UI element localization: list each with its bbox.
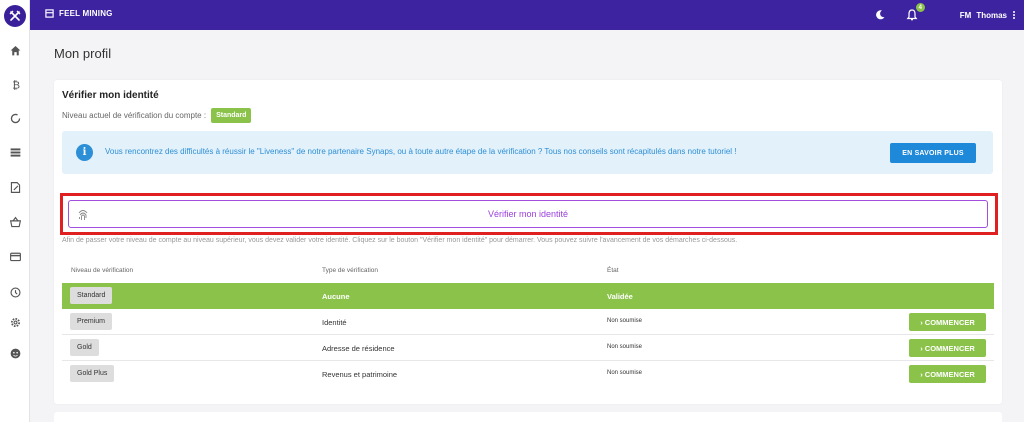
help-text: Afin de passer votre niveau de compte au… bbox=[62, 237, 738, 244]
table-row: Premium Identité Non soumise › COMMENCER bbox=[62, 309, 994, 335]
verification-state: Non soumise bbox=[607, 370, 643, 376]
learn-more-button[interactable]: EN SAVOIR PLUS bbox=[890, 143, 976, 163]
card-title: Vérifier mon identité bbox=[62, 90, 159, 101]
fingerprint-icon bbox=[78, 210, 88, 220]
refresh-icon[interactable] bbox=[7, 110, 23, 126]
verify-identity-card: Vérifier mon identité Niveau actuel de v… bbox=[54, 80, 1002, 404]
level-tag: Premium bbox=[70, 313, 113, 330]
info-alert: i Vous rencontrez des difficultés à réus… bbox=[62, 131, 993, 174]
more-vertical-icon[interactable] bbox=[1012, 10, 1016, 20]
history-icon[interactable] bbox=[7, 284, 23, 300]
avatar: FM bbox=[959, 10, 972, 20]
start-button[interactable]: › COMMENCER bbox=[909, 339, 986, 357]
svg-text:₿: ₿ bbox=[12, 79, 20, 90]
header-type: Type de vérification bbox=[322, 267, 379, 274]
verify-identity-button[interactable]: Vérifier mon identité bbox=[68, 200, 988, 228]
wallet-icon[interactable] bbox=[7, 248, 23, 264]
verification-type: Revenus et patrimoine bbox=[322, 370, 398, 379]
info-icon: i bbox=[76, 144, 93, 161]
header-level: Niveau de vérification bbox=[71, 267, 134, 274]
logo-icon[interactable] bbox=[4, 5, 26, 27]
notification-badge: 4 bbox=[915, 3, 925, 12]
user-menu[interactable]: FM Thomas bbox=[960, 10, 1016, 20]
verification-state: Non soumise bbox=[607, 318, 643, 324]
table-row: Gold Adresse de résidence Non soumise › … bbox=[62, 335, 994, 361]
level-tag: Standard bbox=[70, 287, 113, 304]
basket-icon[interactable] bbox=[7, 214, 23, 230]
start-button[interactable]: › COMMENCER bbox=[909, 365, 986, 383]
next-card bbox=[54, 412, 1002, 422]
alert-text: Vous rencontrez des difficultés à réussi… bbox=[105, 147, 737, 156]
night-mode-icon[interactable] bbox=[872, 7, 888, 23]
edit-document-icon[interactable] bbox=[7, 179, 23, 195]
start-button[interactable]: › COMMENCER bbox=[909, 313, 986, 331]
top-bar: FEEL MINING 4 FM Thomas bbox=[30, 0, 1024, 30]
home-icon[interactable] bbox=[7, 42, 23, 58]
verification-type: Identité bbox=[322, 318, 347, 327]
header-state: État bbox=[607, 267, 619, 274]
table-row: Gold Plus Revenus et patrimoine Non soum… bbox=[62, 361, 994, 387]
brand[interactable]: FEEL MINING bbox=[45, 9, 113, 18]
support-icon[interactable] bbox=[7, 345, 23, 361]
bitcoin-icon[interactable]: ₿ bbox=[7, 76, 23, 92]
list-icon[interactable] bbox=[7, 144, 23, 160]
store-icon bbox=[45, 9, 54, 18]
sidebar: ₿ bbox=[0, 0, 30, 422]
page-title: Mon profil bbox=[54, 46, 112, 61]
level-label: Niveau actuel de vérification du compte … bbox=[62, 111, 207, 120]
current-level: Niveau actuel de vérification du compte … bbox=[62, 108, 252, 123]
verify-button-label: Vérifier mon identité bbox=[487, 209, 569, 219]
level-tag: Gold Plus bbox=[70, 365, 115, 382]
verification-state: Validée bbox=[607, 292, 633, 301]
level-tag: Gold bbox=[70, 339, 99, 356]
notification-bell-icon[interactable]: 4 bbox=[904, 3, 925, 23]
verification-state: Non soumise bbox=[607, 344, 643, 350]
verification-type: Aucune bbox=[322, 292, 350, 301]
table-row: Standard Aucune Validée bbox=[62, 283, 994, 309]
level-badge: Standard bbox=[211, 108, 252, 123]
settings-icon[interactable] bbox=[7, 314, 23, 330]
user-name: Thomas bbox=[976, 10, 1007, 20]
verification-type: Adresse de résidence bbox=[322, 344, 395, 353]
brand-name: FEEL MINING bbox=[59, 9, 113, 18]
